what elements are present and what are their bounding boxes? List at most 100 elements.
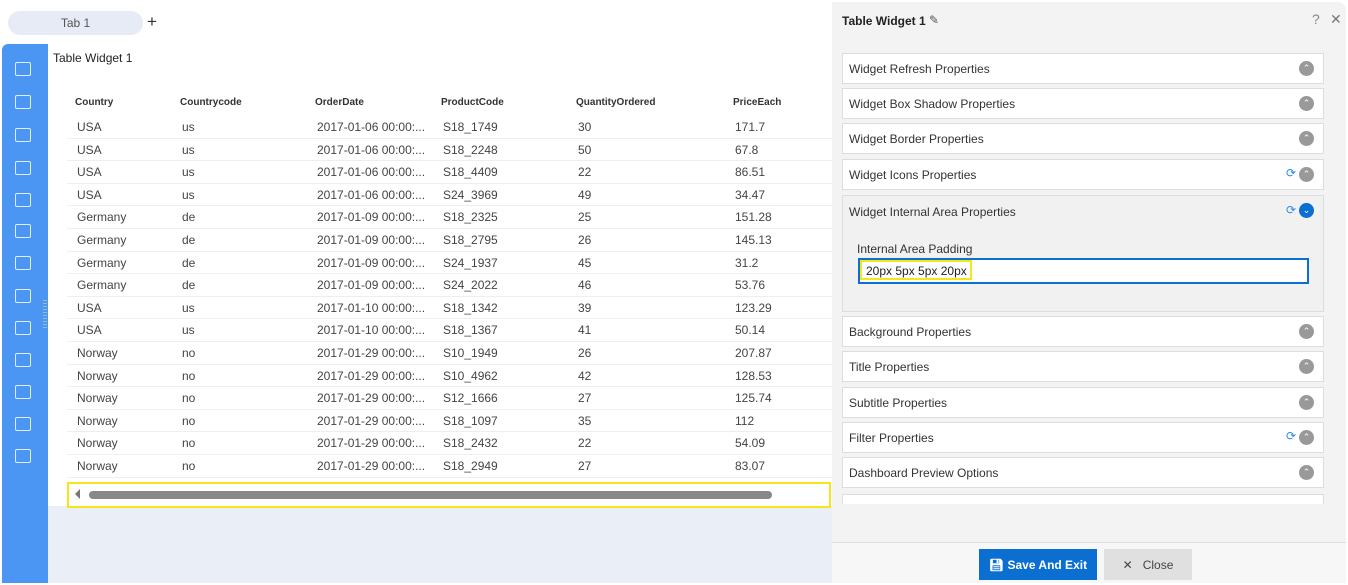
column-header[interactable]: OrderDate (315, 97, 364, 108)
help-icon[interactable]: ? (1312, 11, 1320, 27)
horizontal-scrollbar[interactable] (67, 482, 831, 508)
table-row[interactable]: Germany de 2017-01-09 00:00:... S18_2325 25 1… (67, 206, 832, 229)
accordion-label: Filter Properties (849, 431, 934, 445)
close-label: Close (1142, 557, 1174, 572)
internal-area-padding-input[interactable] (858, 258, 1309, 284)
table-cell: 2017-01-06 00:00:... (317, 165, 426, 180)
accordion-widget-border-properties[interactable]: Widget Border Properties ⌃ (842, 123, 1324, 154)
column-header[interactable]: ProductCode (441, 97, 504, 108)
chevron-down-icon[interactable]: ⌄ (1299, 203, 1314, 218)
table-row[interactable]: USA us 2017-01-06 00:00:... S18_1749 30 171.7 (67, 116, 832, 139)
word-icon[interactable] (15, 385, 31, 399)
column-header[interactable]: QuantityOrdered (576, 97, 655, 108)
table-cell: no (182, 346, 196, 360)
table-cell: 25 (578, 210, 592, 225)
refresh-icon[interactable]: ⟳ (1286, 203, 1296, 217)
accordion-label: Widget Box Shadow Properties (849, 97, 1016, 111)
table-cell: S10_4962 (443, 368, 498, 383)
table-cell: 2017-01-29 00:00:... (317, 413, 426, 428)
chevron-up-icon[interactable]: ⌃ (1299, 395, 1314, 410)
chevron-up-icon[interactable]: ⌃ (1299, 61, 1314, 76)
canvas-background (48, 506, 832, 583)
accordion-label: Dashboard Preview Options (849, 466, 999, 480)
table-cell: S18_1097 (443, 413, 498, 428)
table-cell: no (182, 391, 196, 406)
table-row[interactable]: USA us 2017-01-06 00:00:... S18_4409 22 86.51 (67, 161, 832, 184)
accordion-title-properties[interactable]: Title Properties ⌃ (842, 351, 1324, 382)
table-row[interactable]: Norway no 2017-01-29 00:00:... S10_4962 42 12… (67, 365, 832, 388)
refresh-icon[interactable]: ⟳ (1286, 429, 1296, 443)
accordion-background-properties[interactable]: Background Properties ⌃ (842, 316, 1324, 347)
chevron-up-icon[interactable]: ⌃ (1299, 131, 1314, 146)
table-cell: 35 (578, 413, 592, 428)
table-row[interactable]: USA us 2017-01-10 00:00:... S18_1342 39 123.2… (67, 297, 832, 320)
chevron-up-icon[interactable]: ⌃ (1299, 430, 1314, 445)
chevron-up-icon[interactable]: ⌃ (1299, 359, 1314, 374)
table-cell: Germany (77, 255, 127, 270)
close-button[interactable]: ✕ Close (1104, 549, 1192, 580)
table-cell: 27 (578, 459, 592, 473)
table-cell: 31.2 (735, 255, 759, 270)
table-cell: Germany (77, 233, 127, 247)
table-cell: USA (77, 165, 102, 180)
excel-icon[interactable] (15, 353, 31, 367)
table-row[interactable]: Norway no 2017-01-29 00:00:... S10_1949 26 20… (67, 342, 832, 365)
accordion-subtitle-properties[interactable]: Subtitle Properties ⌃ (842, 387, 1324, 418)
table-row[interactable]: Norway no 2017-01-29 00:00:... S18_2432 22 54… (67, 432, 832, 455)
sign-in-icon[interactable] (15, 62, 31, 76)
table-row[interactable]: USA us 2017-01-10 00:00:... S18_1367 41 50.14 (67, 319, 832, 342)
edit-title-icon[interactable]: ✎ (929, 13, 939, 27)
table-cell: S10_1949 (443, 346, 498, 360)
accordion-label[interactable]: Widget Internal Area Properties (849, 205, 1016, 219)
table-cell: USA (77, 323, 102, 338)
table-row[interactable]: Germany de 2017-01-09 00:00:... S24_2022 46 5… (67, 274, 832, 297)
scroll-left-arrow-icon[interactable] (75, 489, 80, 499)
analytics-icon[interactable] (15, 449, 31, 463)
chevron-up-icon[interactable]: ⌃ (1299, 465, 1314, 480)
table-cell: 123.29 (735, 300, 772, 315)
table-row[interactable]: Germany de 2017-01-09 00:00:... S18_2795 26 1… (67, 229, 832, 252)
chevron-up-icon[interactable]: ⌃ (1299, 324, 1314, 339)
resize-handle[interactable] (43, 300, 47, 330)
table-cell: 171.7 (735, 120, 766, 134)
pivot-icon[interactable] (15, 321, 31, 335)
add-tab-button[interactable]: + (147, 12, 157, 32)
save-label: Save And Exit (1007, 557, 1088, 572)
scrollbar-thumb[interactable] (89, 491, 772, 499)
table-row[interactable]: Norway no 2017-01-29 00:00:... S18_2949 27 83… (67, 455, 832, 478)
refresh-icon[interactable]: ⟳ (1286, 166, 1296, 180)
chevron-up-icon[interactable]: ⌃ (1299, 167, 1314, 182)
table-cell: Germany (77, 210, 127, 225)
accordion-filter-properties[interactable]: Filter Properties ⟳ ⌃ (842, 422, 1324, 453)
column-header[interactable]: Countrycode (180, 97, 242, 108)
close-icon[interactable]: ✕ (1330, 11, 1342, 28)
tab-1[interactable]: Tab 1 (8, 11, 143, 35)
table-cell: 86.51 (735, 165, 766, 180)
accordion-widget-box-shadow-properties[interactable]: Widget Box Shadow Properties ⌃ (842, 88, 1324, 119)
table-cell: Norway (77, 413, 118, 428)
table-row[interactable]: Norway no 2017-01-29 00:00:... S12_1666 27 12… (67, 387, 832, 410)
table-row[interactable]: Norway no 2017-01-29 00:00:... S18_1097 35 11… (67, 410, 832, 433)
table-cell: us (182, 187, 195, 202)
widget-title: Table Widget 1 (53, 51, 133, 65)
properties-panel: Table Widget 1 ✎ ? ✕ Widget Refresh Prop… (832, 2, 1346, 583)
tree-icon[interactable] (15, 417, 31, 431)
image-chart-icon[interactable] (15, 289, 31, 303)
chevron-up-icon[interactable]: ⌃ (1299, 96, 1314, 111)
table-cell: S18_1749 (443, 120, 498, 134)
card-icon[interactable] (15, 224, 31, 238)
accordion-dashboard-preview-options[interactable]: Dashboard Preview Options ⌃ (842, 457, 1324, 488)
column-header[interactable]: Country (75, 97, 113, 108)
table-row[interactable]: Germany de 2017-01-09 00:00:... S24_1937 45 3… (67, 252, 832, 275)
save-and-exit-button[interactable]: 💾︎ Save And Exit (979, 549, 1097, 580)
map-icon[interactable] (15, 161, 31, 175)
report-icon[interactable] (15, 193, 31, 207)
code-braces-icon[interactable] (15, 256, 31, 270)
table-icon[interactable] (15, 95, 31, 109)
column-header[interactable]: PriceEach (733, 97, 781, 108)
accordion-widget-icons-properties[interactable]: Widget Icons Properties ⟳ ⌃ (842, 159, 1324, 190)
chart-icon[interactable] (15, 128, 31, 142)
accordion-widget-refresh-properties[interactable]: Widget Refresh Properties ⌃ (842, 53, 1324, 84)
table-row[interactable]: USA us 2017-01-06 00:00:... S18_2248 50 67.8 (67, 139, 832, 162)
table-row[interactable]: USA us 2017-01-06 00:00:... S24_3969 49 34.47 (67, 184, 832, 207)
